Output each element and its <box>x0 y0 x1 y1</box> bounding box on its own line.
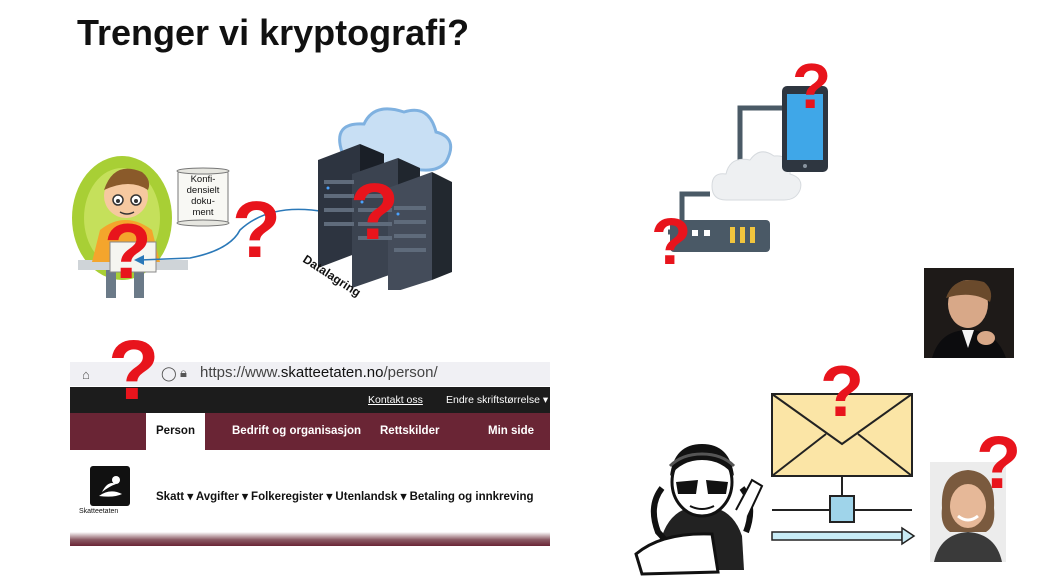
man-photo <box>924 268 1014 358</box>
shield-icon: ◯ <box>161 365 177 381</box>
skatteetaten-logo[interactable] <box>90 466 130 506</box>
tab-legal-sources[interactable]: Rettskilder <box>380 413 439 450</box>
font-size-link[interactable]: Endre skriftstørrelse ▾ <box>446 394 548 406</box>
question-mark: ? <box>350 167 399 256</box>
url-text[interactable]: https://www.skatteetaten.no/person/ <box>200 364 438 381</box>
tab-business[interactable]: Bedrift og organisasjon <box>232 413 361 450</box>
logo-text: Skatteetaten <box>79 508 119 515</box>
question-mark: ? <box>792 50 832 122</box>
question-mark: ? <box>232 185 281 274</box>
tab-my-page[interactable]: Min side <box>488 413 534 450</box>
tab-person[interactable]: Person <box>146 413 205 450</box>
home-icon[interactable]: ⌂ <box>82 367 90 382</box>
page-bottom-band <box>70 532 550 546</box>
question-mark: ? <box>108 323 160 417</box>
question-mark: ? <box>651 204 692 278</box>
topic-menu[interactable]: Skatt ▾ Avgifter ▾ Folkeregister ▾ Utenl… <box>156 489 534 503</box>
data-flow-arrow <box>134 208 327 265</box>
slide-title: Trenger vi kryptografi? <box>77 12 470 53</box>
hacker-illustration <box>634 444 764 576</box>
question-mark: ? <box>976 421 1022 504</box>
lock-icon: 🔒︎ <box>180 365 187 380</box>
question-mark: ? <box>104 207 152 295</box>
contact-link[interactable]: Kontakt oss <box>368 394 423 406</box>
main-nav: Person Bedrift og organisasjon Rettskild… <box>70 413 550 450</box>
question-mark: ? <box>820 352 864 432</box>
